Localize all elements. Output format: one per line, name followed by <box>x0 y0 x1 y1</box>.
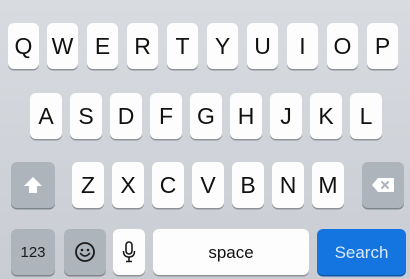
shift-arrow-icon <box>23 176 43 194</box>
shift-key[interactable] <box>11 162 55 208</box>
key-m[interactable]: M <box>312 162 344 208</box>
key-b[interactable]: B <box>232 162 264 208</box>
key-l[interactable]: L <box>350 93 382 139</box>
key-k[interactable]: K <box>310 93 342 139</box>
key-n[interactable]: N <box>272 162 304 208</box>
key-w[interactable]: W <box>47 23 78 69</box>
key-e[interactable]: E <box>87 23 118 69</box>
key-c[interactable]: C <box>152 162 184 208</box>
key-i[interactable]: I <box>287 23 318 69</box>
microphone-icon <box>122 241 136 263</box>
key-g[interactable]: G <box>190 93 222 139</box>
key-r[interactable]: R <box>127 23 158 69</box>
emoji-key[interactable] <box>64 229 106 275</box>
numbers-key[interactable]: 123 <box>11 229 55 275</box>
key-y[interactable]: Y <box>207 23 238 69</box>
search-key[interactable]: Search <box>317 229 406 275</box>
space-key[interactable]: space <box>153 229 309 275</box>
key-z[interactable]: Z <box>72 162 104 208</box>
key-d[interactable]: D <box>110 93 142 139</box>
key-u[interactable]: U <box>247 23 278 69</box>
emoji-smiley-icon <box>74 241 96 263</box>
key-q[interactable]: Q <box>8 23 39 69</box>
key-f[interactable]: F <box>150 93 182 139</box>
delete-key[interactable] <box>362 162 404 208</box>
key-a[interactable]: A <box>30 93 62 139</box>
key-h[interactable]: H <box>230 93 262 139</box>
key-x[interactable]: X <box>112 162 144 208</box>
key-s[interactable]: S <box>70 93 102 139</box>
key-j[interactable]: J <box>270 93 302 139</box>
key-v[interactable]: V <box>192 162 224 208</box>
dictation-key[interactable] <box>113 229 145 275</box>
key-t[interactable]: T <box>167 23 198 69</box>
delete-backspace-icon <box>371 177 395 193</box>
keyboard: Q W E R T Y U I O P A S D F G H J K L Z … <box>0 0 410 279</box>
key-p[interactable]: P <box>367 23 398 69</box>
key-o[interactable]: O <box>327 23 358 69</box>
